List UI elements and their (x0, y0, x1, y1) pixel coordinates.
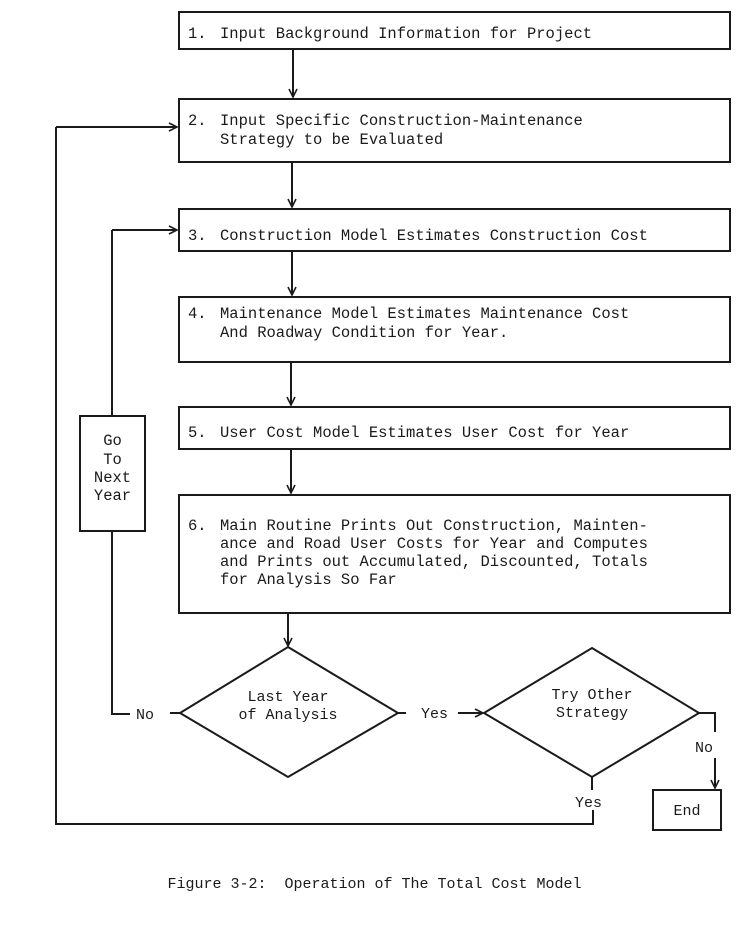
step-5-box: 5. User Cost Model Estimates User Cost f… (178, 406, 731, 450)
step-3-number: 3. (188, 227, 207, 245)
go-to-next-year-box: Go To Next Year (79, 415, 146, 532)
step-3-box: 3. Construction Model Estimates Construc… (178, 208, 731, 252)
end-box: End (652, 789, 722, 831)
step-5-number: 5. (188, 424, 207, 442)
step-1-box: 1. Input Background Information for Proj… (178, 11, 731, 50)
step-4-text-line-2: And Roadway Condition for Year. (220, 324, 509, 342)
step-4-number: 4. (188, 305, 207, 323)
loop-box-line-4: Year (93, 487, 132, 505)
decision-last-year-yes-label: Yes (421, 706, 449, 723)
step-2-text-line-1: Input Specific Construction-Maintenance (220, 112, 583, 130)
step-2-text-line-2: Strategy to be Evaluated (220, 131, 444, 149)
decision-try-other-line-2: Strategy (555, 705, 628, 722)
loop-box-line-2: To (103, 451, 122, 469)
loop-next-year-line (111, 531, 130, 715)
decision-last-year-line-1: Last Year (247, 689, 329, 706)
loop-box-line-3: Next (93, 469, 132, 487)
decision-last-year-no-label: No (136, 707, 155, 724)
end-label: End (673, 803, 701, 820)
step-6-number: 6. (188, 517, 207, 535)
step-6-text-line-4: for Analysis So Far (220, 571, 397, 589)
step-3-text: Construction Model Estimates Constructio… (220, 227, 648, 245)
step-4-text-line-1: Maintenance Model Estimates Maintenance … (220, 305, 630, 323)
step-6-text-line-1: Main Routine Prints Out Construction, Ma… (220, 517, 648, 535)
step-1-text: Input Background Information for Project (220, 25, 593, 43)
step-5-text: User Cost Model Estimates User Cost for … (220, 424, 630, 442)
decision-try-other-no-label: No (695, 740, 714, 757)
decision-try-other-yes-label: Yes (575, 795, 603, 812)
decision-last-year-line-2: of Analysis (238, 707, 338, 724)
loop-box-line-1: Go (103, 432, 122, 450)
step-2-number: 2. (188, 112, 207, 130)
step-6-text-line-2: ance and Road User Costs for Year and Co… (220, 535, 648, 553)
step-2-box: 2. Input Specific Construction-Maintenan… (178, 98, 731, 163)
decision-try-other-line-1: Try Other (551, 687, 633, 704)
figure-caption: Figure 3-2: Operation of The Total Cost … (167, 876, 582, 893)
step-6-box: 6. Main Routine Prints Out Construction,… (178, 494, 731, 614)
step-1-number: 1. (188, 25, 207, 43)
step-4-box: 4. Maintenance Model Estimates Maintenan… (178, 296, 731, 363)
step-6-text-line-3: and Prints out Accumulated, Discounted, … (220, 553, 648, 571)
